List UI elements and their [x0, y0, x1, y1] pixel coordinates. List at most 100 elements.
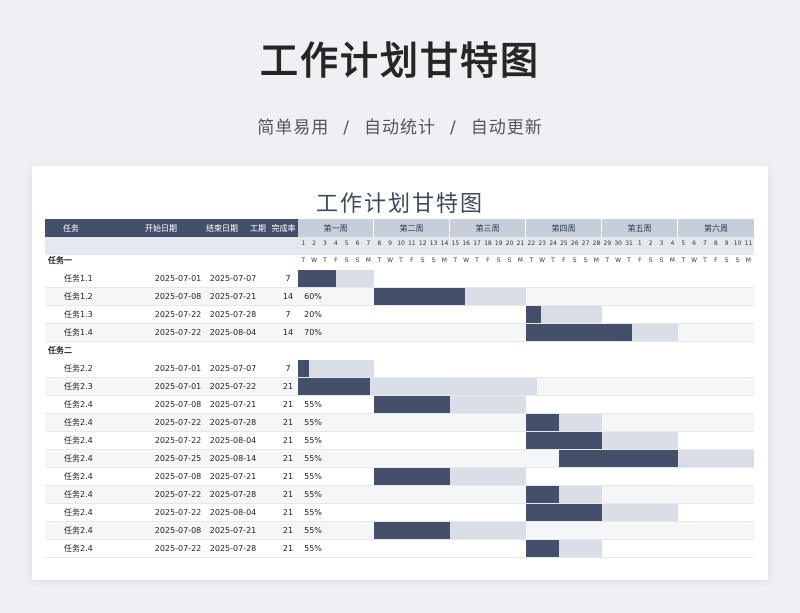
task-row: 任务2.4 2025-07-22 2025-07-28 21 55% — [45, 540, 754, 558]
task-days: 21 — [282, 418, 294, 427]
task-name: 任务1.2 — [64, 292, 93, 301]
gantt-bar-progress — [526, 504, 602, 521]
task-days: 14 — [282, 292, 294, 301]
week-header: 第三周 — [450, 219, 525, 237]
day-number: 31 — [625, 240, 633, 247]
task-name: 任务2.4 — [64, 400, 93, 409]
task-rate: 70% — [304, 328, 322, 337]
group-name: 任务一 — [48, 256, 72, 265]
gantt-bar-progress — [374, 522, 450, 539]
task-days: 7 — [285, 274, 291, 283]
gantt-sheet: 工作计划甘特图 任务 开始日期 结束日期 工期 完成率 第一周 第二周 第三周 第四周… — [32, 166, 768, 580]
task-name: 任务2.2 — [64, 364, 93, 373]
task-name: 任务1.1 — [64, 274, 93, 283]
task-row: 任务2.4 2025-07-08 2025-07-21 21 55% — [45, 522, 754, 540]
gantt-bar-progress — [526, 414, 559, 431]
task-days: 21 — [282, 544, 294, 553]
subtitle-part: 简单易用 — [257, 118, 330, 138]
day-number: 26 — [570, 240, 579, 247]
gantt-bar-progress — [526, 432, 602, 449]
task-rate: 55% — [304, 418, 322, 427]
day-number: 18 — [484, 240, 492, 247]
gantt-bar-progress — [526, 324, 633, 341]
subtitle-part: / — [343, 118, 350, 138]
gantt-bar-progress — [526, 486, 559, 503]
task-end: 2025-07-28 — [209, 544, 257, 553]
task-rate: 60% — [304, 292, 322, 301]
task-row: 任务2.4 2025-07-22 2025-07-28 21 55% — [45, 414, 754, 432]
task-days: 21 — [282, 526, 294, 535]
group-row: 任务一 — [45, 252, 754, 270]
gantt-bar-progress — [374, 468, 450, 485]
day-number: 17 — [473, 240, 481, 247]
task-name: 任务2.4 — [64, 418, 93, 427]
day-number: 23 — [538, 240, 546, 247]
task-end: 2025-07-28 — [209, 490, 257, 499]
day-number: 29 — [603, 240, 612, 247]
gantt-bar-progress — [558, 450, 678, 467]
day-number: 4 — [333, 240, 338, 247]
day-number: 7 — [366, 240, 371, 247]
day-number: 20 — [505, 240, 514, 247]
column-header-start: 开始日期 — [145, 223, 177, 233]
day-number: 24 — [549, 240, 557, 247]
task-row: 任务2.4 2025-07-22 2025-08-04 21 55% — [45, 504, 754, 522]
task-rate: 55% — [304, 544, 322, 553]
day-number: 5 — [681, 240, 686, 247]
task-rate: 55% — [304, 508, 322, 517]
gantt-bar-progress — [374, 396, 450, 413]
task-row: 任务2.4 2025-07-22 2025-07-28 21 55% — [45, 486, 754, 504]
day-number: 2 — [648, 240, 653, 247]
task-name: 任务2.4 — [64, 526, 93, 535]
task-end: 2025-08-04 — [209, 508, 257, 517]
task-row: 任务2.4 2025-07-08 2025-07-21 21 55% — [45, 468, 754, 486]
task-rate: 55% — [304, 454, 322, 463]
gantt-bar-progress — [526, 306, 542, 323]
group-name: 任务二 — [48, 346, 72, 355]
task-end: 2025-07-21 — [209, 400, 257, 409]
task-row: 任务2.4 2025-07-08 2025-07-21 21 55% — [45, 396, 754, 414]
day-number: 22 — [527, 240, 536, 247]
group-row: 任务二 — [45, 342, 754, 360]
task-row: 任务1.4 2025-07-22 2025-08-04 14 70% — [45, 324, 754, 342]
column-header-days: 工期 — [250, 223, 266, 233]
task-name: 任务2.4 — [64, 472, 93, 481]
gantt-bar-progress — [374, 288, 466, 305]
task-days: 21 — [282, 382, 294, 391]
day-number: 9 — [388, 240, 392, 247]
task-end: 2025-07-07 — [209, 364, 257, 373]
task-name: 任务1.4 — [64, 328, 93, 337]
task-rate: 55% — [304, 472, 322, 481]
task-end: 2025-07-21 — [209, 526, 257, 535]
task-end: 2025-08-14 — [209, 454, 257, 463]
task-days: 21 — [282, 490, 294, 499]
task-rate: 55% — [304, 490, 322, 499]
day-number: 15 — [451, 240, 460, 247]
day-number: 6 — [692, 240, 696, 247]
day-number: 10 — [397, 240, 405, 247]
day-number: 21 — [516, 240, 525, 247]
day-number: 27 — [581, 240, 590, 247]
task-name: 任务2.4 — [64, 490, 93, 499]
hero-subtitle: 简单易用 / 自动统计 / 自动更新 — [0, 113, 800, 138]
task-end: 2025-07-22 — [209, 382, 257, 391]
day-number: 8 — [713, 240, 718, 247]
task-end: 2025-07-07 — [209, 274, 257, 283]
day-number: 3 — [659, 240, 664, 247]
task-rate: 55% — [304, 526, 322, 535]
week-header: 第二周 — [374, 219, 449, 237]
day-number: 16 — [462, 240, 470, 247]
task-days: 7 — [285, 310, 291, 319]
gantt-bar-progress — [298, 360, 310, 377]
day-number: 8 — [377, 240, 382, 247]
task-row: 任务1.2 2025-07-08 2025-07-21 14 60% — [45, 288, 754, 306]
task-days: 7 — [285, 364, 291, 373]
day-number: 25 — [560, 240, 568, 247]
day-number: 14 — [440, 240, 449, 247]
task-row: 任务2.32025-07-012025-07-222130% — [45, 378, 754, 396]
task-days: 21 — [282, 454, 294, 463]
task-days: 14 — [282, 328, 294, 337]
day-number: 1 — [637, 240, 642, 247]
task-end: 2025-08-04 — [209, 436, 257, 445]
day-number: 6 — [355, 240, 360, 247]
